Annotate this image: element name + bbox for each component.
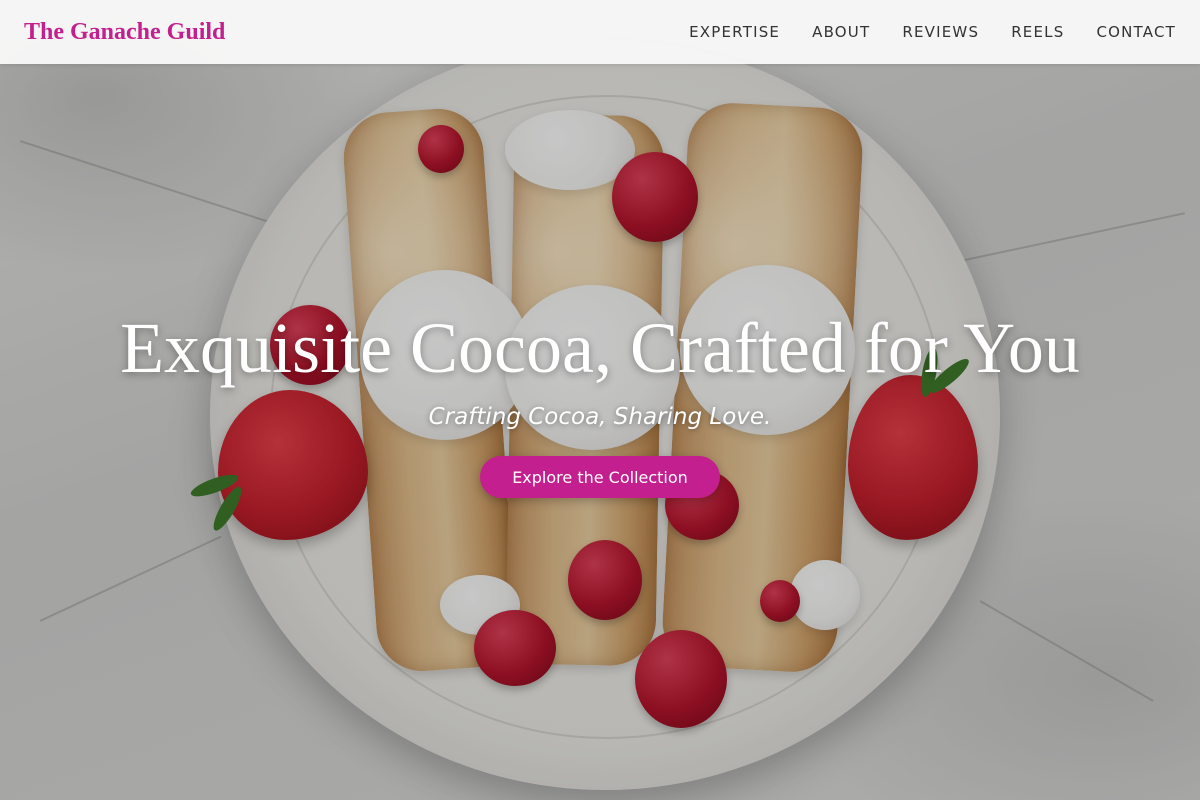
landing-page: The Ganache Guild EXPERTISE ABOUT REVIEW… bbox=[0, 0, 1200, 800]
nav-item-contact: CONTACT bbox=[1096, 23, 1176, 42]
nav-links: EXPERTISE ABOUT REVIEWS REELS CONTACT bbox=[689, 23, 1176, 42]
nav-link-reels[interactable]: REELS bbox=[1011, 23, 1064, 41]
nav-link-expertise[interactable]: EXPERTISE bbox=[689, 23, 780, 41]
nav-item-reviews: REVIEWS bbox=[902, 23, 979, 42]
hero-section: Exquisite Cocoa, Crafted for You Craftin… bbox=[0, 300, 1200, 498]
brand-logo-link[interactable]: The Ganache Guild bbox=[24, 19, 225, 46]
nav-item-reels: REELS bbox=[1011, 23, 1064, 42]
nav-link-reviews[interactable]: REVIEWS bbox=[902, 23, 979, 41]
nav-link-contact[interactable]: CONTACT bbox=[1096, 23, 1176, 41]
nav-link-about[interactable]: ABOUT bbox=[812, 23, 870, 41]
hero-title: Exquisite Cocoa, Crafted for You bbox=[120, 308, 1080, 388]
explore-collection-button[interactable]: Explore the Collection bbox=[480, 456, 720, 498]
nav-item-about: ABOUT bbox=[812, 23, 870, 42]
nav-item-expertise: EXPERTISE bbox=[689, 23, 780, 42]
top-navigation-bar: The Ganache Guild EXPERTISE ABOUT REVIEW… bbox=[0, 0, 1200, 64]
hero-subtitle: Crafting Cocoa, Sharing Love. bbox=[428, 404, 772, 430]
